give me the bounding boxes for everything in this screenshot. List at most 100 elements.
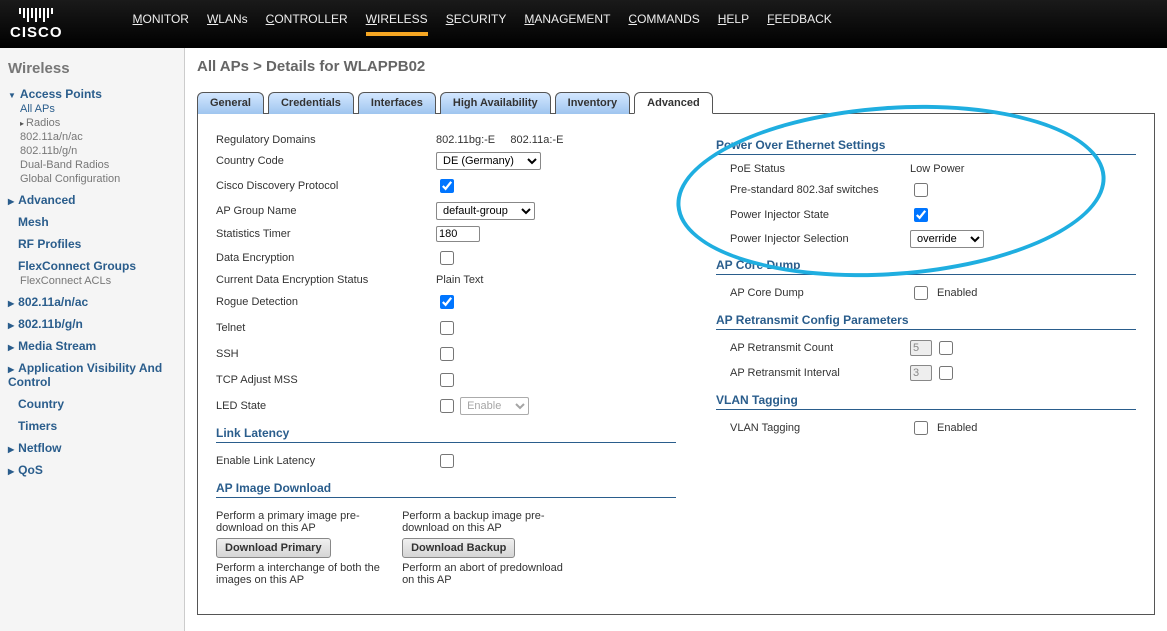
- chk-prestd[interactable]: [914, 183, 928, 197]
- lbl-country-code: Country Code: [216, 155, 436, 167]
- lbl-pinj-state: Power Injector State: [730, 209, 910, 221]
- download-backup-desc2: Perform an abort of predownload on this …: [402, 562, 577, 586]
- input-retx-count[interactable]: [910, 340, 932, 356]
- lbl-vlan: VLAN Tagging: [730, 422, 910, 434]
- chk-tcp[interactable]: [440, 373, 454, 387]
- lbl-cdp: Cisco Discovery Protocol: [216, 180, 436, 192]
- select-pinj[interactable]: override: [910, 230, 984, 248]
- lbl-poe-status: PoE Status: [730, 163, 910, 175]
- select-ap-group[interactable]: default-group: [436, 202, 535, 220]
- section-retx: AP Retransmit Config Parameters: [716, 313, 1136, 330]
- lbl-data-enc: Data Encryption: [216, 252, 436, 264]
- chk-pinj-state[interactable]: [914, 208, 928, 222]
- topnav-item-feedback[interactable]: FEEDBACK: [767, 12, 832, 36]
- panel-right-column: Power Over Ethernet Settings PoE Status …: [716, 128, 1136, 590]
- lbl-pinj-sel: Power Injector Selection: [730, 233, 910, 245]
- lbl-core-dump: AP Core Dump: [730, 287, 910, 299]
- download-backup-desc1: Perform a backup image pre-download on t…: [402, 510, 577, 534]
- tab-inventory[interactable]: Inventory: [555, 92, 631, 114]
- chk-ssh[interactable]: [440, 347, 454, 361]
- sidebar-group[interactable]: Application Visibility And Control: [8, 361, 178, 389]
- tab-interfaces[interactable]: Interfaces: [358, 92, 436, 114]
- page-title: All APs > Details for WLAPPB02: [197, 58, 1155, 75]
- chk-core-dump[interactable]: [914, 286, 928, 300]
- tab-general[interactable]: General: [197, 92, 264, 114]
- sidebar-item-radio[interactable]: 802.11b/g/n: [20, 145, 178, 157]
- chk-cdp[interactable]: [440, 179, 454, 193]
- topnav-item-controller[interactable]: CONTROLLER: [266, 12, 348, 36]
- lbl-ssh: SSH: [216, 348, 436, 360]
- sidebar-item-global-config[interactable]: Global Configuration: [20, 173, 178, 185]
- sidebar-item-all-aps[interactable]: All APs: [20, 103, 178, 115]
- tab-advanced[interactable]: Advanced: [634, 92, 713, 114]
- select-led[interactable]: Enable: [460, 397, 529, 415]
- topnav-item-wlans[interactable]: WLANs: [207, 12, 248, 36]
- download-primary-desc2: Perform a interchange of both the images…: [216, 562, 391, 586]
- topnav-item-monitor[interactable]: MONITOR: [133, 12, 189, 36]
- sidebar-group[interactable]: Netflow: [8, 441, 178, 455]
- section-link-latency: Link Latency: [216, 426, 676, 443]
- sidebar-group[interactable]: Country: [18, 397, 178, 411]
- sidebar-group[interactable]: Timers: [18, 419, 178, 433]
- tab-panel: Regulatory Domains 802.11bg:-E 802.11a:-…: [197, 114, 1155, 615]
- panel-left-column: Regulatory Domains 802.11bg:-E 802.11a:-…: [216, 128, 676, 590]
- sidebar-item-radio[interactable]: 802.11a/n/ac: [20, 131, 178, 143]
- lbl-rogue: Rogue Detection: [216, 296, 436, 308]
- lbl-link-latency: Enable Link Latency: [216, 455, 436, 467]
- section-poe: Power Over Ethernet Settings: [716, 138, 1136, 155]
- val-cur-enc: Plain Text: [436, 274, 484, 286]
- chk-data-enc[interactable]: [440, 251, 454, 265]
- topnav-item-security[interactable]: SECURITY: [446, 12, 507, 36]
- topnav-item-wireless[interactable]: WIRELESS: [366, 12, 428, 36]
- lbl-retx-count: AP Retransmit Count: [730, 342, 910, 354]
- val-poe-status: Low Power: [910, 163, 964, 175]
- sidebar-item-radios[interactable]: Radios: [20, 117, 178, 129]
- lbl-ap-group: AP Group Name: [216, 205, 436, 217]
- sidebar-group[interactable]: Mesh: [18, 215, 178, 229]
- download-primary-desc1: Perform a primary image pre-download on …: [216, 510, 391, 534]
- tab-credentials[interactable]: Credentials: [268, 92, 354, 114]
- sidebar-group[interactable]: QoS: [8, 463, 178, 477]
- lbl-retx-int: AP Retransmit Interval: [730, 367, 910, 379]
- lbl-tcp: TCP Adjust MSS: [216, 374, 436, 386]
- sidebar-item-flexconnect-acls[interactable]: FlexConnect ACLs: [20, 275, 178, 287]
- sidebar-item-radio[interactable]: Dual-Band Radios: [20, 159, 178, 171]
- lbl-stats-timer: Statistics Timer: [216, 228, 436, 240]
- section-core-dump: AP Core Dump: [716, 258, 1136, 275]
- download-backup-col: Perform a backup image pre-download on t…: [402, 506, 577, 590]
- lbl-vlan-enable: Enabled: [937, 422, 977, 434]
- topnav-item-help[interactable]: HELP: [718, 12, 749, 36]
- brand-logo: CISCO: [10, 8, 63, 41]
- input-retx-int[interactable]: [910, 365, 932, 381]
- sidebar-group[interactable]: 802.11a/n/ac: [8, 295, 178, 309]
- topnav-item-management[interactable]: MANAGEMENT: [524, 12, 610, 36]
- sidebar-group[interactable]: 802.11b/g/n: [8, 317, 178, 331]
- chk-link-latency[interactable]: [440, 454, 454, 468]
- chk-led[interactable]: [440, 399, 454, 413]
- chk-rogue[interactable]: [440, 295, 454, 309]
- tabs: GeneralCredentialsInterfacesHigh Availab…: [197, 91, 1155, 114]
- top-nav: MONITOR WLANs CONTROLLER WIRELESS SECURITY MA…: [133, 12, 832, 36]
- val-reg-domains: 802.11bg:-E 802.11a:-E: [436, 134, 563, 146]
- chk-vlan[interactable]: [914, 421, 928, 435]
- sidebar-title: Wireless: [8, 60, 176, 77]
- cisco-bars-icon: [19, 8, 53, 22]
- download-backup-button[interactable]: Download Backup: [402, 538, 515, 558]
- tab-high-availability[interactable]: High Availability: [440, 92, 551, 114]
- select-country-code[interactable]: DE (Germany): [436, 152, 541, 170]
- main-content: All APs > Details for WLAPPB02 GeneralCr…: [185, 48, 1167, 631]
- sidebar-group[interactable]: Media Stream: [8, 339, 178, 353]
- sidebar-group[interactable]: RF Profiles: [18, 237, 178, 251]
- lbl-cur-enc: Current Data Encryption Status: [216, 274, 436, 286]
- chk-retx-count[interactable]: [939, 341, 953, 355]
- section-vlan: VLAN Tagging: [716, 393, 1136, 410]
- topnav-item-commands[interactable]: COMMANDS: [628, 12, 699, 36]
- chk-retx-int[interactable]: [939, 366, 953, 380]
- sidebar-group[interactable]: FlexConnect Groups: [18, 259, 178, 273]
- input-stats-timer[interactable]: [436, 226, 480, 242]
- sidebar-group[interactable]: Advanced: [8, 193, 178, 207]
- sidebar-group-access-points[interactable]: Access Points: [8, 87, 178, 101]
- download-primary-button[interactable]: Download Primary: [216, 538, 331, 558]
- chk-telnet[interactable]: [440, 321, 454, 335]
- brand-name: CISCO: [10, 24, 63, 41]
